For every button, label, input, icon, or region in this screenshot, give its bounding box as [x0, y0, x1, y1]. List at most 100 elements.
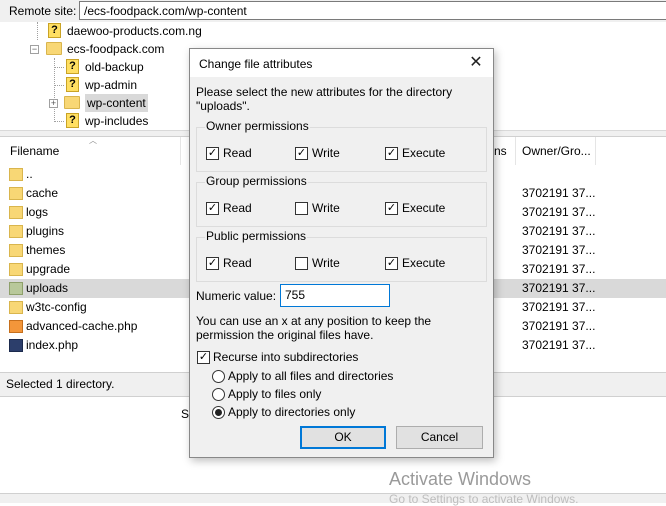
activate-windows-subtitle: Go to Settings to activate Windows. — [389, 492, 579, 506]
tree-connector — [55, 67, 64, 68]
recurse-checkbox[interactable]: ✓ — [197, 351, 210, 364]
folder-icon — [9, 225, 23, 238]
folder-icon — [9, 301, 23, 314]
group-execute-checkbox[interactable]: ✓ — [385, 202, 398, 215]
radio-label: Apply to directories only — [228, 405, 356, 419]
folder-icon — [9, 206, 23, 219]
checkbox-label: Read — [223, 146, 252, 160]
dialog-title: Change file attributes — [199, 57, 313, 71]
checkbox-label: Write — [312, 256, 340, 270]
file-name: w3tc-config — [26, 300, 87, 314]
checkbox-label: Read — [223, 201, 252, 215]
column-header-label: Owner/Gro... — [522, 144, 591, 158]
group-read-checkbox[interactable]: ✓ — [206, 202, 219, 215]
owner-permissions-group: Owner permissions ✓ Read ✓ Write ✓ Execu… — [196, 119, 487, 172]
file-owner: 3702191 37... — [522, 224, 596, 238]
cancel-button[interactable]: Cancel — [396, 426, 483, 449]
group-write-checkbox[interactable] — [295, 202, 308, 215]
file-owner: 3702191 37... — [522, 281, 596, 295]
file-name: plugins — [26, 224, 65, 238]
group-title: Owner permissions — [205, 119, 310, 133]
question-folder-icon: ? — [66, 113, 79, 128]
file-name: themes — [26, 243, 66, 257]
checkbox-label: Write — [312, 146, 340, 160]
apply-files-radio[interactable] — [212, 388, 225, 401]
file-name: upgrade — [26, 262, 71, 276]
file-owner: 3702191 37... — [522, 319, 596, 333]
remote-path-input[interactable]: /ecs-foodpack.com/wp-content — [79, 1, 666, 20]
file-owner: 3702191 37... — [522, 243, 596, 257]
tree-item-label: ecs-foodpack.com — [67, 42, 165, 56]
radio-label: Apply to files only — [228, 387, 322, 401]
status-text: Selected 1 directory. — [6, 377, 115, 391]
sublime-file-icon — [9, 339, 23, 352]
tree-connector — [55, 121, 64, 122]
column-header-owner[interactable]: Owner/Gro... — [516, 137, 596, 165]
folder-icon — [64, 96, 80, 109]
remote-site-label: Remote site: — [9, 4, 77, 18]
column-header-label: Filename — [10, 144, 60, 158]
file-name: index.php — [26, 338, 79, 352]
close-icon[interactable]: ✕ — [463, 51, 489, 75]
folder-icon — [9, 168, 23, 181]
tree-connector — [55, 85, 64, 86]
tree-item-label: wp-admin — [85, 78, 138, 92]
question-folder-icon: ? — [66, 77, 79, 92]
column-header-filename[interactable]: ︿ Filename — [0, 136, 181, 165]
checkbox-label: Execute — [402, 201, 446, 215]
file-owner: 3702191 37... — [522, 186, 596, 200]
group-title: Group permissions — [205, 174, 308, 188]
folder-icon — [9, 282, 23, 295]
apply-all-radio[interactable] — [212, 370, 225, 383]
group-title: Public permissions — [205, 229, 308, 243]
dialog-titlebar[interactable]: Change file attributes ✕ — [190, 49, 493, 77]
numeric-value-input[interactable]: 755 — [280, 284, 390, 307]
public-write-checkbox[interactable] — [295, 257, 308, 270]
checkbox-label: Read — [223, 256, 252, 270]
folder-icon — [46, 42, 62, 55]
question-folder-icon: ? — [48, 23, 61, 38]
dialog-intro-text: Please select the new attributes for the… — [196, 85, 453, 113]
public-read-checkbox[interactable]: ✓ — [206, 257, 219, 270]
recurse-label: Recurse into subdirectories — [213, 350, 359, 364]
file-name: uploads — [26, 281, 69, 295]
ok-button[interactable]: OK — [300, 426, 386, 449]
tree-item-label: wp-content — [85, 94, 148, 112]
file-owner: 3702191 37... — [522, 338, 596, 352]
file-name: advanced-cache.php — [26, 319, 138, 333]
column-header-label: ns — [494, 144, 507, 158]
file-name: cache — [26, 186, 59, 200]
tree-item-label: daewoo-products.com.ng — [67, 24, 202, 38]
numeric-value-label: Numeric value: — [196, 289, 277, 303]
apply-directories-radio[interactable] — [212, 406, 225, 419]
owner-read-checkbox[interactable]: ✓ — [206, 147, 219, 160]
folder-icon — [9, 244, 23, 257]
activate-windows-title: Activate Windows — [389, 469, 532, 489]
group-permissions-group: Group permissions ✓ Read Write ✓ Execute — [196, 174, 487, 227]
file-name: logs — [26, 205, 49, 219]
file-owner: 3702191 37... — [522, 300, 596, 314]
checkbox-label: Write — [312, 201, 340, 215]
file-owner: 3702191 37... — [522, 205, 596, 219]
radio-label: Apply to all files and directories — [228, 369, 394, 383]
remote-site-bar: Remote site: /ecs-foodpack.com/wp-conten… — [0, 0, 666, 22]
file-owner: 3702191 37... — [522, 262, 596, 276]
permission-hint-text: You can use an x at any position to keep… — [196, 314, 432, 342]
sort-ascending-icon: ︿ — [89, 136, 97, 145]
public-execute-checkbox[interactable]: ✓ — [385, 257, 398, 270]
public-permissions-group: Public permissions ✓ Read Write ✓ Execut… — [196, 229, 487, 282]
tree-item-daewoo[interactable]: ? daewoo-products.com.ng — [0, 22, 666, 40]
owner-execute-checkbox[interactable]: ✓ — [385, 147, 398, 160]
expand-icon[interactable]: + — [49, 99, 58, 108]
change-file-attributes-dialog: Change file attributes ✕ Please select t… — [189, 48, 494, 458]
folder-icon — [9, 263, 23, 276]
file-name: .. — [26, 167, 33, 181]
owner-write-checkbox[interactable]: ✓ — [295, 147, 308, 160]
tree-item-label: wp-includes — [85, 114, 149, 128]
folder-icon — [9, 187, 23, 200]
checkbox-label: Execute — [402, 146, 446, 160]
sublime-file-icon — [9, 320, 23, 333]
question-folder-icon: ? — [66, 59, 79, 74]
tree-item-label: old-backup — [85, 60, 144, 74]
collapse-icon[interactable]: − — [30, 45, 39, 54]
